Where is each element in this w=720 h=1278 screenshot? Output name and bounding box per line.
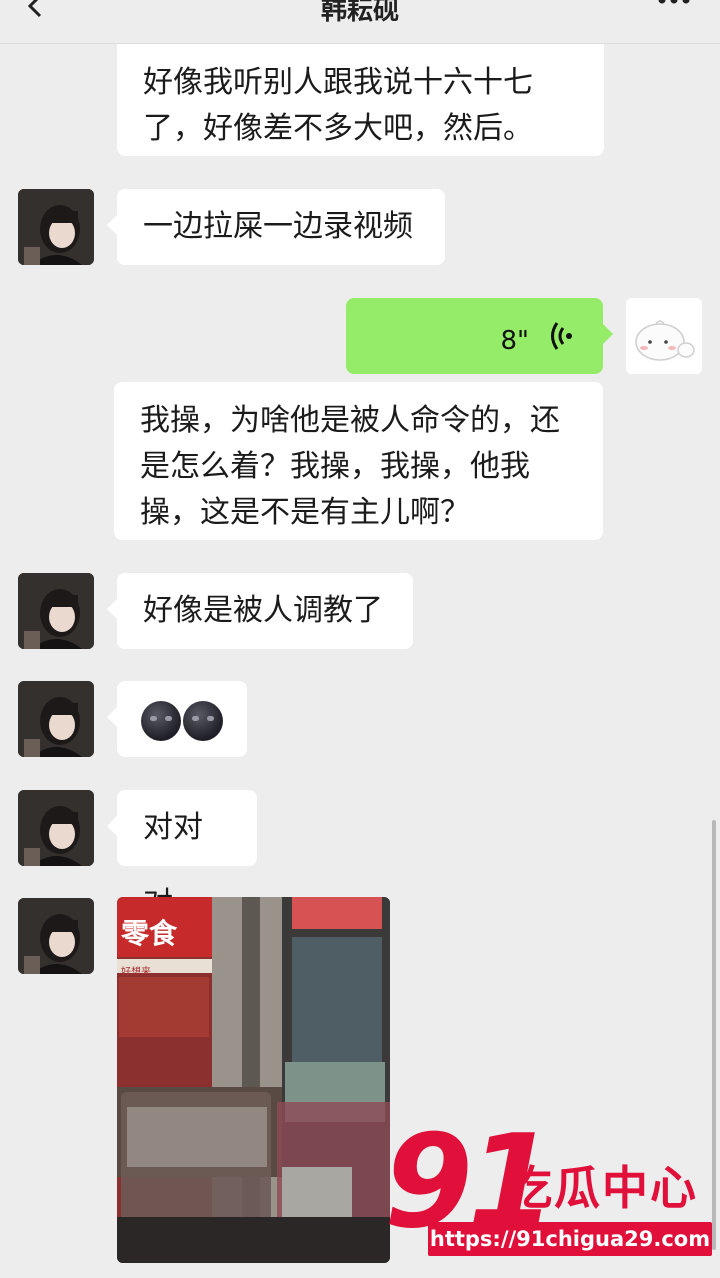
message-bubble[interactable]: 我操，为啥他是被人命令的，还 是怎么着？我操，我操，他我 操，这是不是有主儿啊？ — [114, 382, 603, 540]
new-moon-face-icon — [183, 701, 223, 741]
message-bubble[interactable]: 好像是被人调教了 — [107, 573, 413, 649]
avatar-portrait-icon — [18, 898, 94, 974]
chat-title: 韩耘砚 — [320, 0, 399, 26]
self-avatar[interactable] — [626, 298, 702, 374]
avatar[interactable] — [18, 898, 94, 974]
voice-wave-icon — [551, 322, 572, 350]
avatar-portrait-icon — [18, 573, 94, 649]
watermark-url: https://91chigua29.com — [428, 1222, 712, 1256]
street-photo-image: 零食 好想来 — [117, 897, 390, 1263]
avatar[interactable] — [18, 189, 94, 265]
shop-sign-small: 好想来 — [121, 965, 151, 978]
new-moon-face-icon — [141, 701, 181, 741]
shop-sign-text: 零食 — [121, 917, 178, 950]
message-text: 好像是被人调教了 — [143, 593, 383, 628]
message-line: 操，这是不是有主儿啊？ — [140, 495, 470, 530]
avatar-portrait-icon — [18, 681, 94, 757]
photo-message[interactable]: 零食 好想来 — [117, 897, 390, 1263]
emoji-message-bubble[interactable] — [107, 681, 247, 757]
voice-duration: 8" — [500, 326, 529, 356]
more-dots-icon[interactable] — [654, 0, 694, 10]
message-bubble[interactable]: 一边拉屎一边录视频 — [107, 189, 445, 265]
watermark-text: 吃瓜中心 — [506, 1161, 698, 1215]
message-line: 是怎么着？我操，我操，他我 — [140, 449, 530, 484]
avatar[interactable] — [18, 790, 94, 866]
message-line: 了，好像差不多大吧，然后。 — [143, 111, 533, 146]
avatar[interactable] — [18, 681, 94, 757]
scrollbar[interactable] — [712, 820, 716, 1250]
avatar-portrait-icon — [18, 790, 94, 866]
avatar[interactable] — [18, 573, 94, 649]
chat-header: 韩耘砚 — [0, 0, 720, 44]
message-bubble[interactable]: 对对对 — [107, 790, 257, 921]
message-line: 我操，为啥他是被人命令的，还 — [140, 403, 560, 438]
message-text: 一边拉屎一边录视频 — [143, 209, 413, 244]
avatar-portrait-icon — [18, 189, 94, 265]
message-line: 好像我听别人跟我说十六十七 — [143, 65, 533, 100]
voice-message-bubble[interactable]: 8" — [346, 298, 613, 374]
cartoon-avatar-icon — [626, 298, 702, 374]
